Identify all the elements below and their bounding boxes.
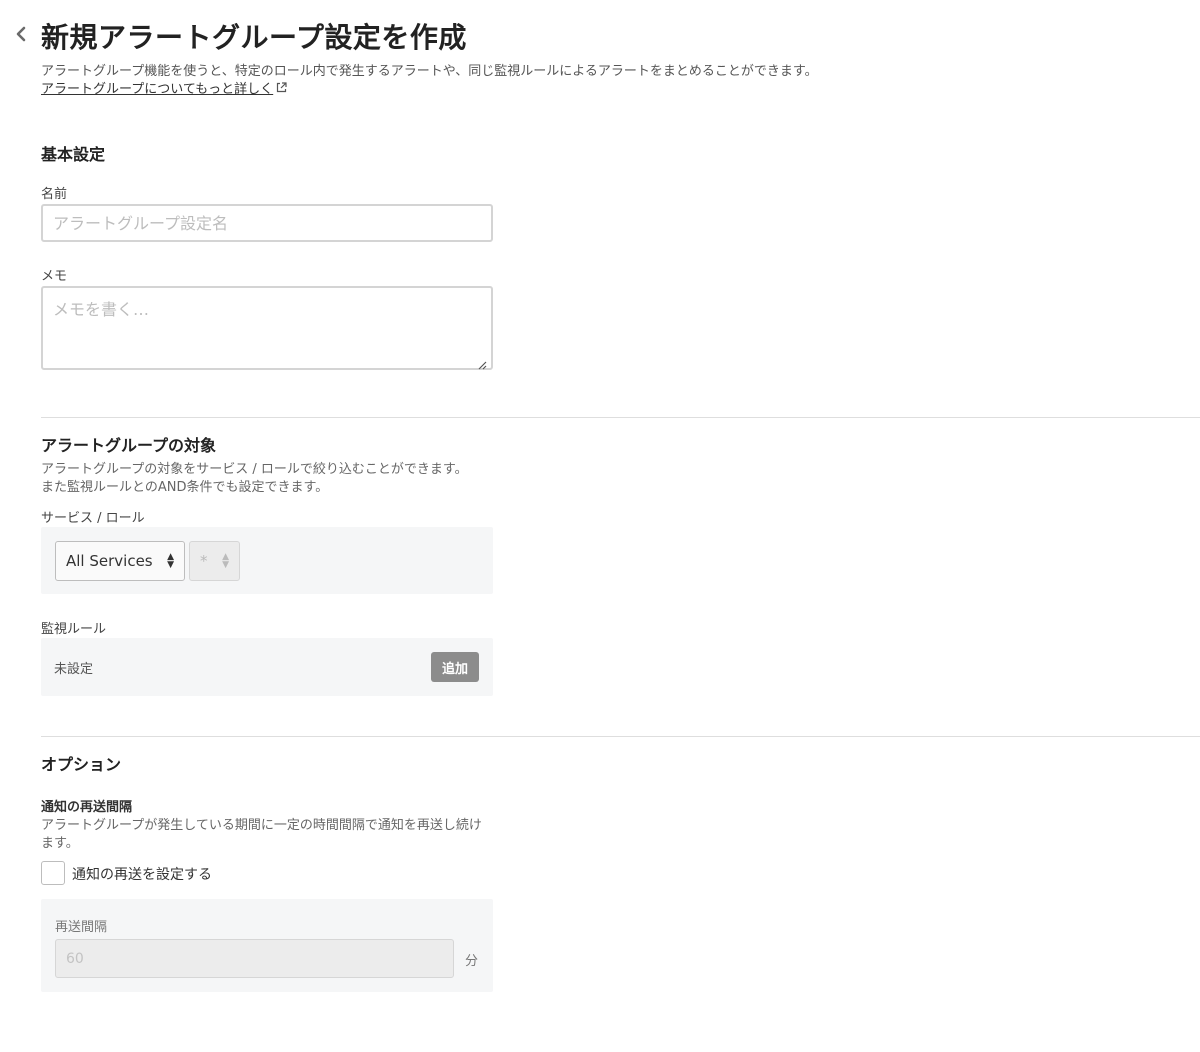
monitor-rule-panel — [41, 638, 493, 696]
interval-unit: 分 — [465, 954, 479, 969]
name-label: 名前 — [41, 187, 68, 202]
section-divider — [41, 417, 1200, 418]
memo-textarea[interactable] — [41, 286, 493, 370]
page-title: 新規アラートグループ設定を作成 — [41, 21, 467, 54]
target-help-line2: また監視ルールとのAND条件でも設定できます。 — [41, 480, 329, 495]
name-input[interactable] — [41, 204, 493, 242]
monitor-rule-label: 監視ルール — [41, 622, 107, 637]
memo-label: メモ — [41, 269, 68, 284]
options-section-title: オプション — [41, 755, 122, 774]
role-select-value: * — [200, 552, 208, 570]
resend-checkbox-label[interactable]: 通知の再送を設定する — [72, 864, 212, 884]
resend-interval-title: 通知の再送間隔 — [41, 800, 133, 815]
resend-checkbox[interactable] — [41, 861, 65, 885]
page-description: アラートグループ機能を使うと、特定のロール内で発生するアラートや、同じ監視ルール… — [41, 64, 818, 79]
monitor-rule-value: 未設定 — [54, 662, 94, 677]
section-divider — [41, 736, 1200, 737]
learn-more-label: アラートグループについてもっと詳しく — [41, 82, 274, 97]
basic-settings-title: 基本設定 — [41, 145, 106, 164]
target-help: アラートグループの対象をサービス / ロールで絞り込むことができます。 また監視… — [41, 461, 501, 497]
interval-label: 再送間隔 — [55, 920, 108, 935]
interval-input: 60 — [55, 939, 454, 978]
service-select[interactable]: All Services ▲ ▼ — [55, 541, 185, 581]
resize-handle-icon[interactable] — [477, 355, 487, 370]
external-link-icon — [276, 82, 287, 96]
service-select-value: All Services — [66, 552, 153, 570]
target-help-line1: アラートグループの対象をサービス / ロールで絞り込むことができます。 — [41, 462, 468, 477]
interval-value: 60 — [66, 950, 84, 967]
select-arrows-icon: ▲ ▼ — [222, 552, 229, 570]
service-role-label: サービス / ロール — [41, 511, 145, 526]
role-select: * ▲ ▼ — [189, 541, 240, 581]
add-monitor-rule-button[interactable]: 追加 — [431, 652, 479, 682]
target-section-title: アラートグループの対象 — [41, 436, 217, 455]
resend-help: アラートグループが発生している期間に一定の時間間隔で通知を再送し続けます。 — [41, 818, 482, 851]
select-arrows-icon: ▲ ▼ — [167, 552, 174, 570]
learn-more-link[interactable]: アラートグループについてもっと詳しく — [41, 78, 287, 97]
chevron-left-icon[interactable] — [14, 24, 34, 48]
